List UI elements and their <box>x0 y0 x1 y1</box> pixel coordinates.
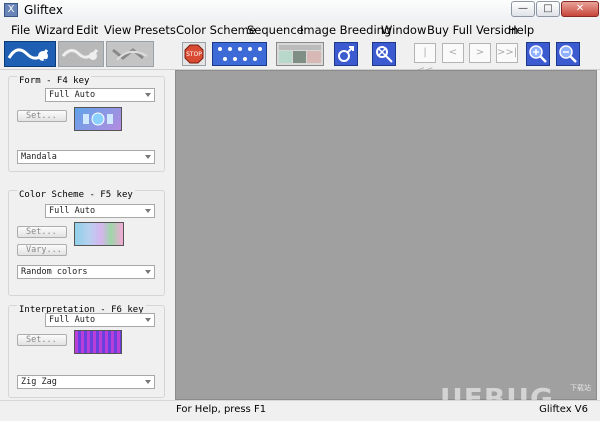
status-help-text: For Help, press F1 <box>176 404 267 415</box>
color-scheme-group-title: Color Scheme - F5 key <box>17 190 135 200</box>
status-bar: For Help, press F1 Gliftex V6 <box>0 400 600 421</box>
search-cancel-icon[interactable] <box>372 42 396 66</box>
zoom-in-icon[interactable] <box>526 42 550 66</box>
form-mode-select[interactable]: Full Auto <box>45 88 155 102</box>
color-scheme-mode-value: Full Auto <box>49 206 96 216</box>
color-scheme-preview-thumbnail[interactable] <box>74 222 124 246</box>
color-scheme-group: Color Scheme - F5 key Full Auto Set... V… <box>8 190 165 296</box>
chevron-down-icon <box>145 155 151 159</box>
form-preview-thumbnail[interactable] <box>74 107 122 131</box>
close-button[interactable]: ✕ <box>561 1 599 17</box>
chevron-down-icon <box>145 380 151 384</box>
menu-buy-full-version[interactable]: Buy Full Version <box>427 23 518 37</box>
image-canvas[interactable] <box>175 70 597 400</box>
stop-icon[interactable]: STOP <box>182 42 206 66</box>
menu-color-scheme[interactable]: Color Scheme <box>176 23 256 37</box>
menu-image-breeding[interactable]: Image Breeding <box>300 23 391 37</box>
form-mode-value: Full Auto <box>49 90 96 100</box>
menu-window[interactable]: Window <box>381 23 426 37</box>
interpretation-mode-select[interactable]: Full Auto <box>45 313 155 327</box>
form-set-button[interactable]: Set... <box>17 110 67 122</box>
status-version: Gliftex V6 <box>539 404 588 415</box>
form-group-title: Form - F4 key <box>17 76 92 86</box>
title-bar: X Gliftex — □ ✕ <box>0 0 600 22</box>
first-icon[interactable]: |<< <box>414 43 436 76</box>
color-strip-icon[interactable] <box>276 42 324 66</box>
toolbar: F7 STOP | < > >>| <box>0 39 600 76</box>
watermark-caption: 下载站 <box>570 384 591 392</box>
color-scheme-value: Random colors <box>21 267 88 277</box>
form-style-select[interactable]: Mandala <box>17 150 155 164</box>
chevron-down-icon <box>145 93 151 97</box>
last-icon[interactable]: >>| <box>496 43 518 63</box>
zoom-out-icon[interactable] <box>556 42 580 66</box>
prev-icon[interactable]: < <box>442 43 464 63</box>
app-icon: X <box>4 3 18 17</box>
chevron-down-icon <box>145 318 151 322</box>
color-scheme-mode-select[interactable]: Full Auto <box>45 204 155 218</box>
interpretation-set-button[interactable]: Set... <box>17 334 67 346</box>
menu-help[interactable]: Help <box>508 23 534 37</box>
color-scheme-set-button[interactable]: Set... <box>17 226 67 238</box>
interpretation-preview-thumbnail[interactable] <box>74 330 122 354</box>
stop-label: STOP <box>186 51 202 58</box>
menu-wizard[interactable]: Wizard <box>35 23 74 37</box>
window-title: Gliftex <box>24 3 63 17</box>
minimize-button[interactable]: — <box>511 1 535 17</box>
menu-view[interactable]: View <box>104 23 131 37</box>
maximize-button[interactable]: □ <box>536 1 560 17</box>
chevron-down-icon <box>145 209 151 213</box>
f7-form-alt-icon[interactable] <box>58 41 104 67</box>
menu-file[interactable]: File <box>11 23 30 37</box>
menu-sequence[interactable]: Sequence <box>247 23 304 37</box>
f7-label: F7 <box>43 58 53 66</box>
chevron-down-icon <box>145 270 151 274</box>
male-symbol-icon[interactable] <box>334 42 358 66</box>
tile-pattern-icon[interactable] <box>212 42 267 66</box>
f7-form-icon[interactable]: F7 <box>4 41 56 67</box>
interpretation-style-value: Zig Zag <box>21 377 57 387</box>
next-icon[interactable]: > <box>469 43 491 63</box>
color-scheme-vary-button[interactable]: Vary... <box>17 244 67 256</box>
form-style-value: Mandala <box>21 152 57 162</box>
left-control-pane: Form - F4 key Full Auto Set... Mandala C… <box>8 70 168 400</box>
interpretation-mode-value: Full Auto <box>49 315 96 325</box>
f7-form-muted-icon[interactable] <box>106 41 154 67</box>
menu-bar: File Wizard Edit View Presets Color Sche… <box>0 21 600 39</box>
color-scheme-select[interactable]: Random colors <box>17 265 155 279</box>
menu-edit[interactable]: Edit <box>76 23 98 37</box>
interpretation-group: Interpretation - F6 key Full Auto Set...… <box>8 305 165 398</box>
interpretation-style-select[interactable]: Zig Zag <box>17 375 155 389</box>
form-group: Form - F4 key Full Auto Set... Mandala <box>8 76 165 172</box>
menu-presets[interactable]: Presets <box>134 23 176 37</box>
